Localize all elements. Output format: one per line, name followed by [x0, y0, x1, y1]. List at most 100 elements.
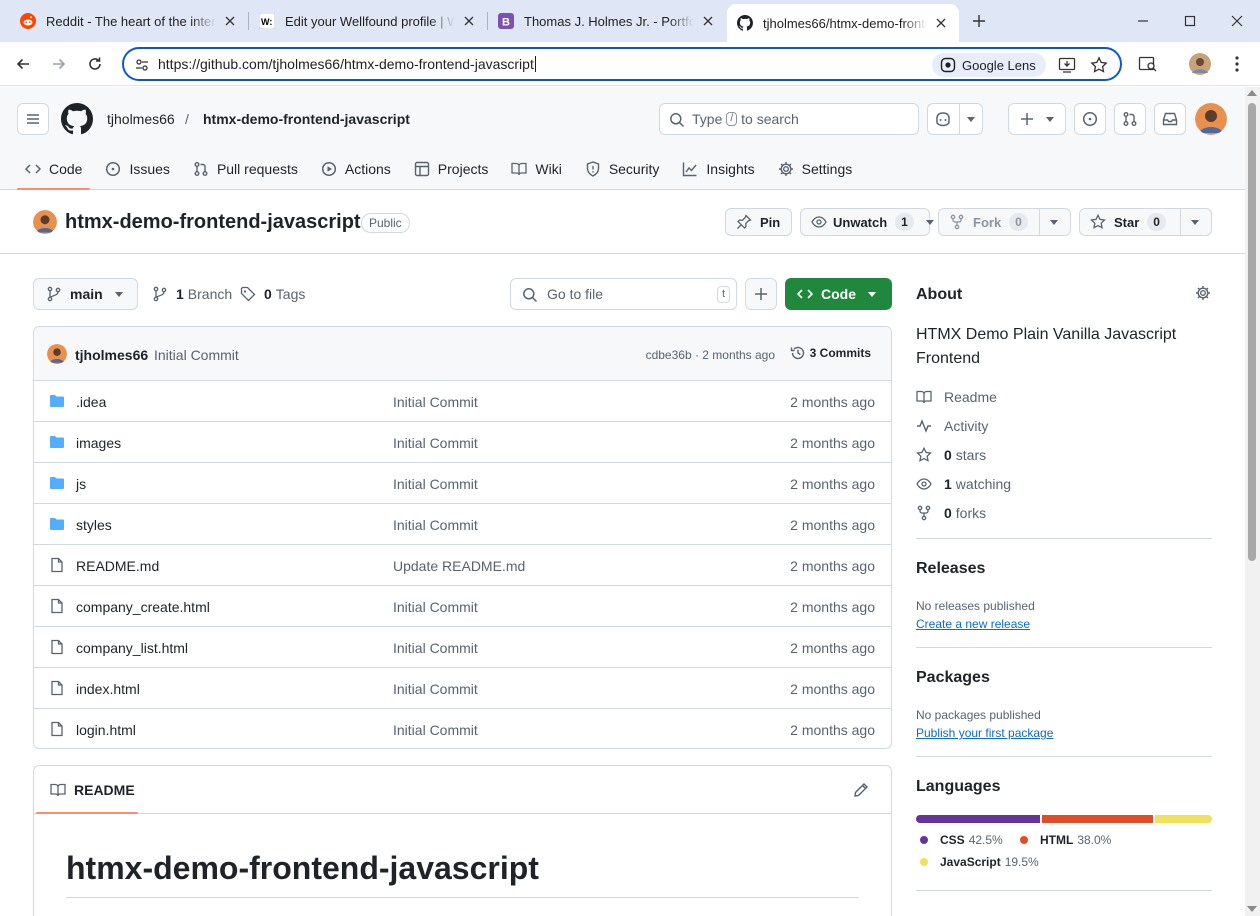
new-tab-button[interactable] — [968, 10, 990, 32]
owner-avatar[interactable] — [33, 210, 57, 234]
file-name-link[interactable]: login.html — [76, 722, 136, 738]
file-commit-message-link[interactable]: Initial Commit — [393, 517, 478, 533]
site-info-icon[interactable] — [134, 57, 150, 73]
browser-tab-wellfound[interactable]: W: Edit your Wellfound profile | Wellfou… — [249, 6, 487, 36]
star-button[interactable]: Star 0 — [1079, 208, 1212, 236]
chevron-down-icon[interactable] — [1180, 209, 1209, 235]
unwatch-button[interactable]: Unwatch 1 — [800, 208, 934, 236]
file-commit-message-link[interactable]: Initial Commit — [393, 435, 478, 451]
install-app-icon[interactable] — [1058, 56, 1076, 74]
github-logo-icon[interactable] — [61, 103, 93, 135]
file-commit-message-link[interactable]: Initial Commit — [393, 599, 478, 615]
packages-heading[interactable]: Packages — [916, 669, 990, 687]
file-row[interactable]: styles Initial Commit 2 months ago — [34, 504, 891, 545]
watching-link[interactable]: 1 watching — [916, 476, 1011, 492]
tab-issues[interactable]: Issues — [97, 153, 177, 185]
file-name-link[interactable]: company_list.html — [76, 640, 188, 656]
tab-wiki[interactable]: Wiki — [503, 153, 569, 185]
scroll-up-arrow[interactable] — [1247, 90, 1257, 96]
file-row[interactable]: js Initial Commit 2 months ago — [34, 463, 891, 504]
file-name-link[interactable]: images — [76, 435, 121, 451]
go-to-file-input[interactable]: Go to file t — [510, 278, 737, 310]
tab-settings[interactable]: Settings — [770, 153, 861, 185]
publish-package-link[interactable]: Publish your first package — [916, 726, 1053, 740]
chevron-down-icon[interactable] — [1039, 209, 1068, 235]
file-row[interactable]: .idea Initial Commit 2 months ago — [34, 381, 891, 422]
file-commit-message-link[interactable]: Update README.md — [393, 558, 525, 574]
browser-tab-portfolio[interactable]: B Thomas J. Holmes Jr. - Portfolio — [488, 6, 726, 36]
minimize-button[interactable] — [1132, 10, 1154, 32]
file-name-link[interactable]: index.html — [76, 681, 140, 697]
tab-search-button[interactable] — [1136, 52, 1160, 76]
file-row[interactable]: login.html Initial Commit 2 months ago — [34, 709, 891, 748]
file-commit-message-link[interactable]: Initial Commit — [393, 722, 478, 738]
close-icon[interactable] — [933, 15, 949, 31]
fork-button[interactable]: Fork 0 — [938, 208, 1071, 236]
file-row[interactable]: company_list.html Initial Commit 2 months … — [34, 627, 891, 668]
tab-projects[interactable]: Projects — [406, 153, 497, 185]
menu-button[interactable] — [17, 103, 49, 135]
stars-link[interactable]: 0 stars — [916, 447, 986, 463]
issues-button[interactable] — [1074, 103, 1106, 135]
address-bar[interactable]: https://github.com/tjholmes66/htmx-demo-… — [122, 47, 1122, 81]
file-name-link[interactable]: README.md — [76, 558, 159, 574]
browser-menu-button[interactable] — [1225, 52, 1249, 76]
file-commit-message-link[interactable]: Initial Commit — [393, 640, 478, 656]
create-release-link[interactable]: Create a new release — [916, 617, 1030, 631]
scrollbar-thumb[interactable] — [1248, 103, 1256, 561]
releases-heading[interactable]: Releases — [916, 560, 985, 578]
inbox-button[interactable] — [1154, 103, 1186, 135]
branch-select-button[interactable]: main — [33, 278, 138, 310]
google-lens-button[interactable]: Google Lens — [932, 53, 1046, 77]
close-icon[interactable] — [222, 13, 238, 29]
language-item[interactable]: JavaScript 19.5% — [920, 855, 1039, 869]
tab-code[interactable]: Code — [17, 153, 91, 190]
repo-title[interactable]: htmx-demo-frontend-javascript — [65, 211, 361, 234]
forward-button[interactable] — [47, 52, 71, 76]
commit-author-link[interactable]: tjholmes66 — [75, 347, 148, 363]
breadcrumb-owner-link[interactable]: tjholmes66 — [107, 111, 175, 127]
tab-security[interactable]: Security — [577, 153, 668, 185]
file-name-link[interactable]: company_create.html — [76, 599, 210, 615]
file-row[interactable]: company_create.html Initial Commit 2 month… — [34, 586, 891, 627]
browser-tab-github-active[interactable]: tjholmes66/htmx-demo-frontend-javascript — [727, 4, 959, 42]
file-commit-message-link[interactable]: Initial Commit — [393, 476, 478, 492]
file-row[interactable]: images Initial Commit 2 months ago — [34, 422, 891, 463]
scroll-down-arrow[interactable] — [1247, 906, 1257, 912]
commit-message-link[interactable]: Initial Commit — [154, 347, 239, 363]
language-item[interactable]: CSS 42.5% — [920, 833, 1003, 847]
file-row[interactable]: README.md Update README.md 2 months ago — [34, 545, 891, 586]
file-commit-message-link[interactable]: Initial Commit — [393, 681, 478, 697]
commit-hash-date[interactable]: cdbe36b · 2 months ago — [646, 348, 775, 362]
tags-link[interactable]: 0 Tags — [240, 286, 305, 302]
file-name-link[interactable]: .idea — [76, 394, 106, 410]
tab-pull-requests[interactable]: Pull requests — [185, 153, 306, 185]
commit-author-avatar[interactable] — [47, 344, 67, 364]
code-dropdown-button[interactable]: Code — [785, 278, 892, 310]
global-search-input[interactable]: Type / to search — [659, 103, 919, 135]
create-new-button[interactable] — [1008, 103, 1066, 135]
readme-tab[interactable]: README — [50, 782, 135, 798]
chevron-down-icon[interactable] — [958, 104, 982, 134]
gear-icon[interactable] — [1195, 285, 1211, 301]
user-avatar[interactable] — [1195, 103, 1227, 135]
readme-link[interactable]: Readme — [916, 389, 997, 405]
maximize-button[interactable] — [1179, 10, 1201, 32]
bookmark-star-icon[interactable] — [1090, 56, 1108, 74]
file-name-link[interactable]: js — [76, 476, 86, 492]
file-name-link[interactable]: styles — [76, 517, 112, 533]
file-commit-message-link[interactable]: Initial Commit — [393, 394, 478, 410]
browser-tab-reddit[interactable]: Reddit - The heart of the internet — [10, 6, 248, 36]
tab-actions[interactable]: Actions — [313, 153, 399, 185]
reload-button[interactable] — [83, 52, 107, 76]
pull-requests-button[interactable] — [1114, 103, 1146, 135]
file-row[interactable]: index.html Initial Commit 2 months ago — [34, 668, 891, 709]
forks-link[interactable]: 0 forks — [916, 505, 986, 521]
profile-avatar[interactable] — [1188, 52, 1212, 76]
activity-link[interactable]: Activity — [916, 418, 988, 434]
pin-button[interactable]: Pin — [725, 208, 792, 236]
add-file-button[interactable] — [745, 278, 777, 310]
breadcrumb-repo-link[interactable]: htmx-demo-frontend-javascript — [203, 111, 410, 127]
chevron-down-icon[interactable] — [922, 209, 938, 235]
commits-history-link[interactable]: 3 Commits — [790, 345, 871, 361]
